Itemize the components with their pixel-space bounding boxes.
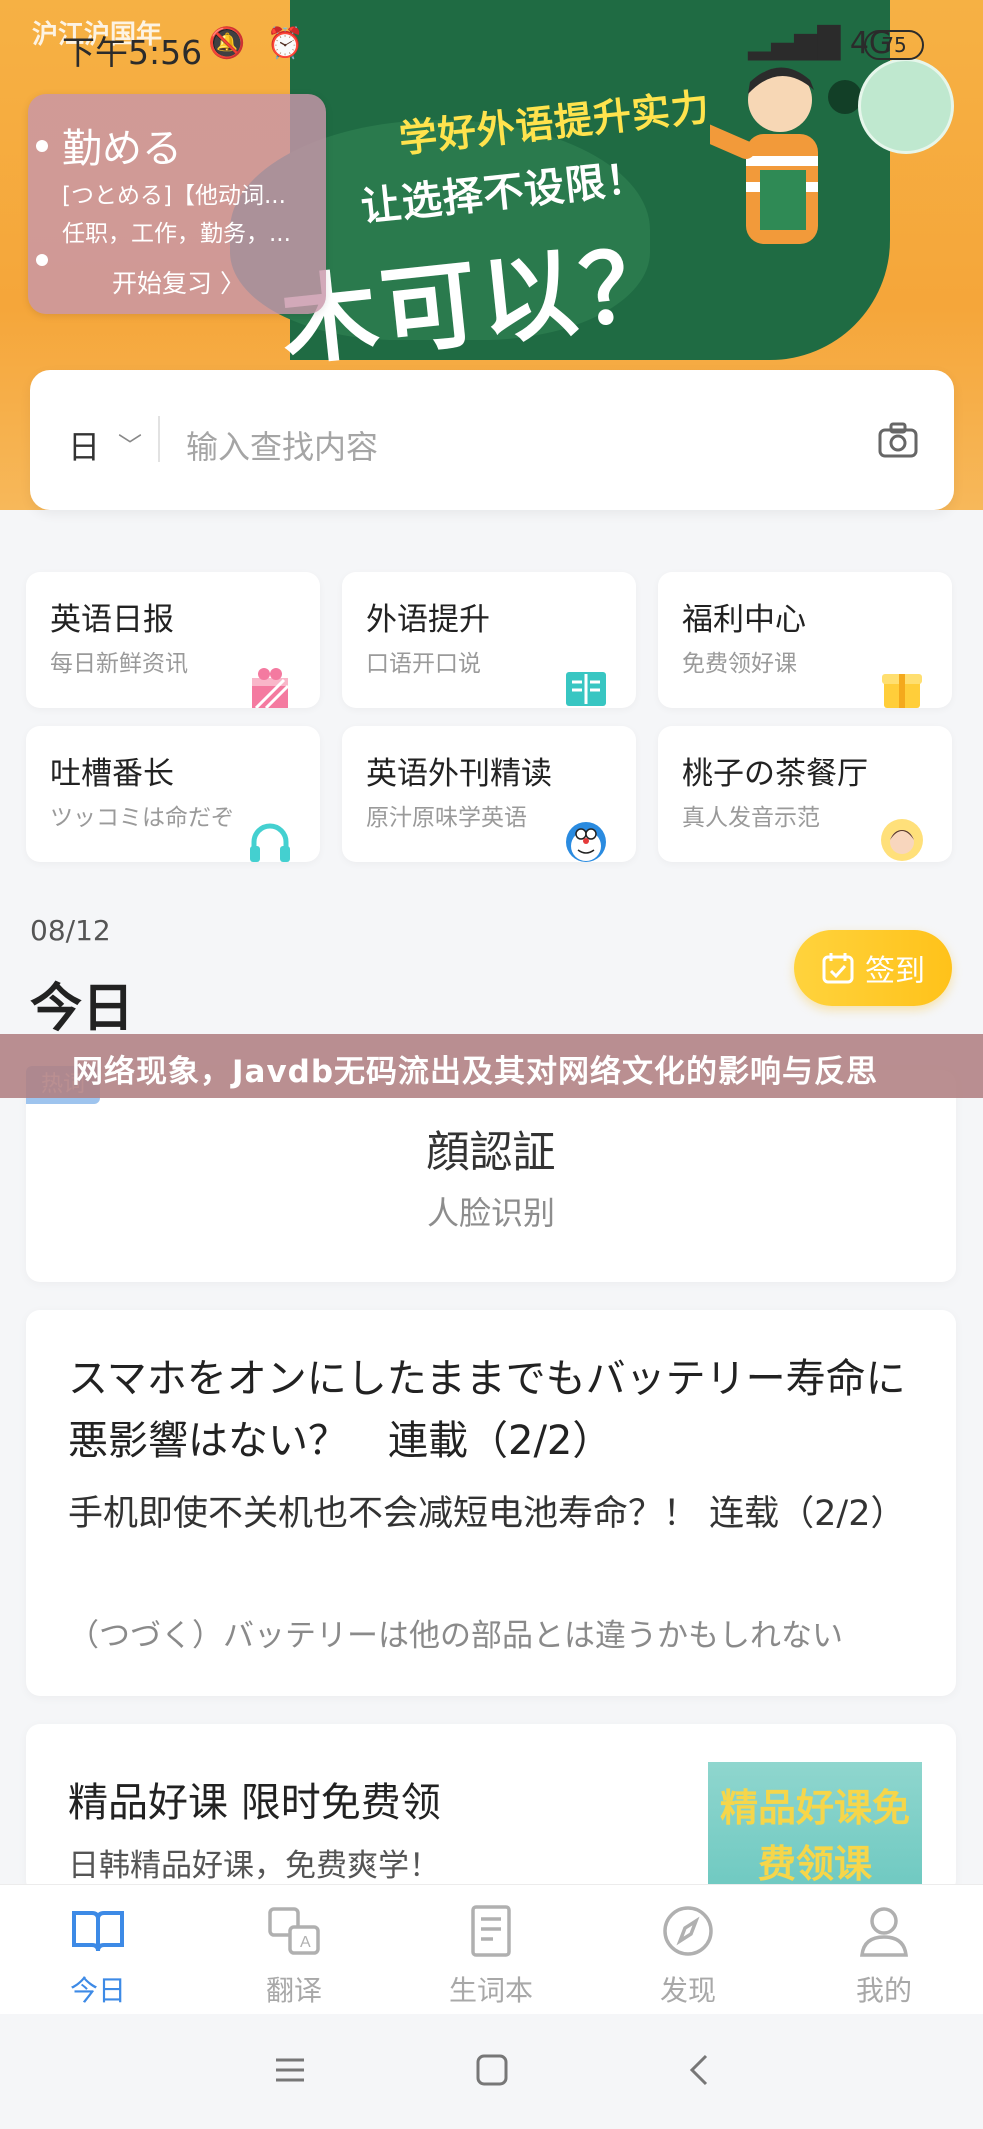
tile-subtitle: 免费领好课 bbox=[682, 651, 797, 677]
tile-tsukkomi[interactable]: 吐槽番长 ツッコミは命だぞ bbox=[26, 726, 320, 862]
tile-welfare-center[interactable]: 福利中心 免费领好课 bbox=[658, 572, 952, 708]
tile-subtitle: 口语开口说 bbox=[366, 651, 481, 677]
illustration-student-icon bbox=[710, 67, 818, 244]
card-dot bbox=[36, 140, 48, 152]
word-of-day-term: 顔認証 bbox=[426, 1128, 556, 1178]
book-icon bbox=[566, 672, 606, 706]
translate-icon: A bbox=[268, 1907, 320, 1955]
tile-title: 吐槽番长 bbox=[50, 756, 174, 792]
word-reading: [つとめる]【他动词... bbox=[62, 183, 286, 209]
tile-momo-cafe[interactable]: 桃子の茶餐厅 真人发音示范 bbox=[658, 726, 952, 862]
sign-in-label: 签到 bbox=[865, 954, 925, 989]
word-review-card[interactable]: 勤める [つとめる]【他动词... 任职，工作，勤务，... 开始复习 〉 bbox=[28, 94, 326, 314]
search-input[interactable]: 输入查找内容 bbox=[186, 422, 378, 468]
tile-subtitle: 每日新鲜资讯 bbox=[50, 651, 188, 677]
course-subtitle: 日韩精品好课，免费爽学！ bbox=[68, 1848, 440, 1884]
word-headword: 勤める bbox=[62, 126, 182, 172]
home-icon[interactable] bbox=[472, 2050, 512, 2090]
overlay-caption: 网络现象，Javdb无码流出及其对网络文化的影响与反思 bbox=[72, 1054, 879, 1090]
start-review-button[interactable]: 开始复习 〉 bbox=[112, 264, 245, 300]
nav-profile[interactable]: 我的 bbox=[824, 1903, 944, 2009]
sign-in-button[interactable]: 签到 bbox=[794, 930, 952, 1006]
nav-label: 发现 bbox=[659, 1974, 716, 2007]
calendar-check-icon bbox=[822, 953, 854, 984]
word-meaning: 任职，工作，勤务，... bbox=[62, 221, 291, 247]
word-of-day-translation: 人脸识别 bbox=[426, 1194, 555, 1232]
nav-wordbook[interactable]: 生词本 bbox=[431, 1903, 551, 2009]
course-title: 精品好课 限时免费领 bbox=[68, 1780, 441, 1826]
battery-icon: 75 bbox=[864, 30, 924, 60]
system-nav-bar bbox=[0, 2014, 983, 2129]
search-divider bbox=[158, 416, 160, 462]
svg-text:A: A bbox=[300, 1934, 311, 1951]
tile-title: 桃子の茶餐厅 bbox=[682, 756, 868, 792]
tile-subtitle: 原汁原味学英语 bbox=[366, 805, 527, 831]
headphone-icon bbox=[250, 823, 290, 862]
nav-discover[interactable]: 发现 bbox=[628, 1903, 748, 2009]
chevron-down-icon[interactable]: ﹀ bbox=[118, 426, 142, 461]
nav-today[interactable]: 今日 bbox=[38, 1903, 158, 2009]
signal-icon: ▂▄▆█ bbox=[748, 26, 841, 61]
tile-language-boost[interactable]: 外语提升 口语开口说 bbox=[342, 572, 636, 708]
notebook-icon bbox=[471, 1905, 511, 1957]
avatar-icon bbox=[881, 819, 923, 861]
tile-title: 外语提升 bbox=[366, 602, 490, 638]
article-title-cn: 手机即使不关机也不会减短电池寿命？！ 连载（2/2） bbox=[68, 1494, 906, 1534]
article-excerpt: （つづく）バッテリーは他の部品とは違うかもしれない bbox=[68, 1618, 843, 1654]
nav-label: 翻译 bbox=[265, 1974, 322, 2007]
doraemon-icon bbox=[566, 822, 606, 862]
tile-title: 英语外刊精读 bbox=[366, 756, 552, 792]
course-thumbnail: 精品好课免费领课 bbox=[708, 1762, 922, 1894]
camera-icon[interactable] bbox=[878, 422, 918, 458]
status-alarm-icons: 🔕 ⏰ bbox=[208, 26, 311, 61]
menu-icon[interactable] bbox=[270, 2050, 310, 2090]
article-title-jp: スマホをオンにしたままでもバッテリー寿命に悪影響はない？ 連載（2/2） bbox=[68, 1356, 906, 1464]
nav-label: 我的 bbox=[855, 1974, 912, 2007]
tile-english-daily[interactable]: 英语日报 每日新鲜资讯 bbox=[26, 572, 320, 708]
today-heading: 今日 bbox=[30, 979, 135, 1039]
back-icon[interactable] bbox=[680, 2050, 720, 2090]
user-icon bbox=[860, 1907, 908, 1957]
nav-translate[interactable]: A 翻译 bbox=[234, 1903, 354, 2009]
nav-label: 生词本 bbox=[448, 1974, 533, 2007]
tile-subtitle: 真人发音示范 bbox=[682, 805, 820, 831]
nav-label: 今日 bbox=[69, 1974, 126, 2007]
search-bar[interactable]: 日 ﹀ 输入查找内容 bbox=[30, 370, 954, 510]
banner-decor-bubble bbox=[858, 58, 954, 154]
bottom-nav: 今日 A 翻译 生词本 发现 我的 bbox=[0, 1884, 983, 2014]
gift-icon bbox=[252, 668, 290, 708]
card-dot bbox=[36, 254, 48, 266]
course-promo-card[interactable]: 精品好课 限时免费领 日韩精品好课，免费爽学！ 精品好课免费领课 bbox=[26, 1724, 956, 1894]
tile-magazine-reading[interactable]: 英语外刊精读 原汁原味学英语 bbox=[342, 726, 636, 862]
today-date: 08/12 bbox=[30, 914, 111, 947]
giftbox-icon bbox=[882, 674, 922, 708]
tile-title: 福利中心 bbox=[682, 602, 806, 638]
language-selector[interactable]: 日 bbox=[68, 422, 100, 468]
overlay-caption-bar: 网络现象，Javdb无码流出及其对网络文化的影响与反思 bbox=[0, 1034, 983, 1098]
status-time: 下午5:56 bbox=[62, 33, 203, 72]
book-open-icon bbox=[72, 1911, 124, 1952]
word-of-day-card[interactable]: 顔認証 人脸识别 bbox=[26, 1070, 956, 1282]
article-card[interactable]: スマホをオンにしたままでもバッテリー寿命に悪影響はない？ 連載（2/2） 手机即… bbox=[26, 1310, 956, 1696]
tile-subtitle: ツッコミは命だぞ bbox=[50, 805, 234, 831]
compass-icon bbox=[663, 1906, 713, 1956]
tile-title: 英语日报 bbox=[50, 602, 174, 638]
